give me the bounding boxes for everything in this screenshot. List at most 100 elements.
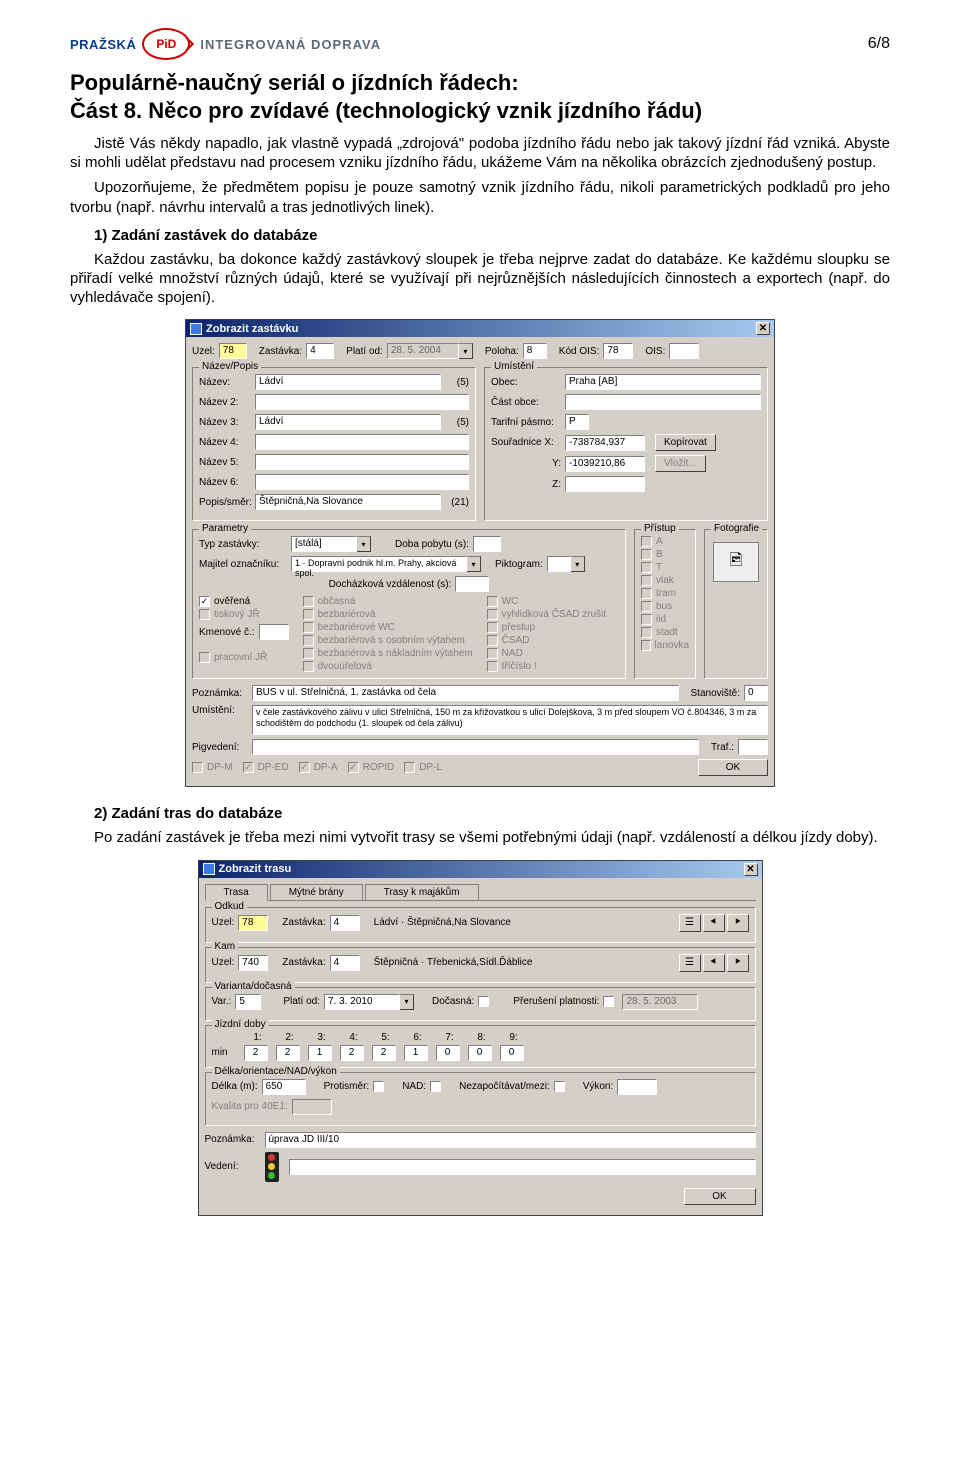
cb-tiskovy[interactable]: tiskový JŘ bbox=[199, 609, 289, 620]
popis-input[interactable]: Štěpničná,Na Slovance bbox=[255, 494, 441, 510]
majitel-combo[interactable]: 1 · Dopravní podnik hl.m. Prahy, akciová… bbox=[291, 556, 481, 572]
poznamka-input[interactable]: BUS v ul. Střelničná, 1. zastávka od čel… bbox=[252, 685, 679, 701]
uzel-input[interactable]: 78 bbox=[219, 343, 247, 359]
jd-cell[interactable]: 1 bbox=[404, 1045, 428, 1061]
doba-input[interactable] bbox=[473, 536, 501, 552]
nezap-checkbox[interactable] bbox=[554, 1081, 565, 1092]
cb-dp-l[interactable]: DP-L bbox=[404, 762, 442, 773]
pasmo-input[interactable]: P bbox=[565, 414, 589, 430]
cb-item[interactable]: NAD bbox=[487, 648, 606, 659]
poznamka-input2[interactable]: úprava JD III/10 bbox=[265, 1132, 756, 1148]
traf-input[interactable] bbox=[738, 739, 768, 755]
chevron-down-icon[interactable]: ▾ bbox=[467, 556, 481, 572]
cb-dp-m[interactable]: DP-M bbox=[192, 762, 233, 773]
nazev3-input[interactable]: Ládví bbox=[255, 414, 441, 430]
kodois-input[interactable]: 78 bbox=[603, 343, 633, 359]
cb-item[interactable]: B bbox=[641, 549, 689, 560]
vykon-input[interactable] bbox=[617, 1079, 657, 1095]
chevron-down-icon[interactable]: ▾ bbox=[459, 343, 473, 359]
preruseni-date[interactable]: 28. 5. 2003 bbox=[622, 994, 698, 1010]
var-input[interactable]: 5 bbox=[235, 994, 261, 1010]
piktogram-combo[interactable]: ▾ bbox=[547, 556, 585, 572]
tab-mytne[interactable]: Mýtné brány bbox=[270, 884, 363, 900]
cb-item[interactable]: tram bbox=[641, 588, 689, 599]
jd-cell[interactable]: 1 bbox=[308, 1045, 332, 1061]
list-icon[interactable]: ☰ bbox=[679, 914, 701, 932]
nav-right-icon[interactable]: ⯈ bbox=[727, 914, 749, 932]
obec-input[interactable]: Praha [AB] bbox=[565, 374, 761, 390]
cb-item[interactable]: bus bbox=[641, 601, 689, 612]
dochaz-input[interactable] bbox=[455, 576, 489, 592]
chevron-down-icon[interactable]: ▾ bbox=[357, 536, 371, 552]
nazev2-input[interactable] bbox=[255, 394, 469, 410]
list-icon[interactable]: ☰ bbox=[679, 954, 701, 972]
platiod-combo2[interactable]: 7. 3. 2010▾ bbox=[324, 994, 414, 1010]
cb-item[interactable]: stadt bbox=[641, 627, 689, 638]
castobce-input[interactable] bbox=[565, 394, 761, 410]
nazev4-input[interactable] bbox=[255, 434, 469, 450]
titlebar[interactable]: Zobrazit trasu ✕ bbox=[199, 861, 762, 878]
preruseni-checkbox[interactable] bbox=[603, 996, 614, 1007]
ois-input[interactable] bbox=[669, 343, 699, 359]
jd-cell[interactable]: 2 bbox=[276, 1045, 300, 1061]
cb-item[interactable]: bezbariérová s nákladním výtahem bbox=[303, 648, 473, 659]
cb-ropid[interactable]: ✓ROPID bbox=[348, 762, 395, 773]
kam-uzel-input[interactable]: 740 bbox=[238, 955, 268, 971]
platiod-combo[interactable]: 28. 5. 2004 ▾ bbox=[387, 343, 473, 359]
cb-item[interactable]: WC bbox=[487, 596, 606, 607]
cb-item[interactable]: vlak bbox=[641, 575, 689, 586]
kam-zast-input[interactable]: 4 bbox=[330, 955, 360, 971]
titlebar[interactable]: Zobrazit zastávku ✕ bbox=[186, 320, 774, 337]
cb-pracovni[interactable]: pracovní JŘ bbox=[199, 652, 289, 663]
cb-item[interactable]: T bbox=[641, 562, 689, 573]
close-icon[interactable]: ✕ bbox=[756, 322, 770, 335]
cb-overena[interactable]: ✓ověřená bbox=[199, 596, 289, 607]
odkud-zast-input[interactable]: 4 bbox=[330, 915, 360, 931]
umisteni-textarea[interactable]: v čele zastávkového zálivu v ulici Střel… bbox=[252, 705, 768, 735]
cb-item[interactable]: dvouúřelová bbox=[303, 661, 473, 672]
kvalita-input[interactable] bbox=[292, 1099, 332, 1115]
nav-left-icon[interactable]: ⯇ bbox=[703, 954, 725, 972]
cb-item[interactable]: přestup bbox=[487, 622, 606, 633]
pigvedeni-input[interactable] bbox=[252, 739, 699, 755]
tab-majaky[interactable]: Trasy k majákům bbox=[365, 884, 479, 900]
jd-cell[interactable]: 0 bbox=[468, 1045, 492, 1061]
sourz-input[interactable] bbox=[565, 476, 645, 492]
nazev-input[interactable]: Ládví bbox=[255, 374, 441, 390]
jd-cell[interactable]: 0 bbox=[436, 1045, 460, 1061]
protismer-checkbox[interactable] bbox=[373, 1081, 384, 1092]
nad-checkbox[interactable] bbox=[430, 1081, 441, 1092]
sourx-input[interactable]: -738784,937 bbox=[565, 435, 645, 451]
ok-button[interactable]: OK bbox=[684, 1188, 756, 1205]
cb-item[interactable]: iid bbox=[641, 614, 689, 625]
ok-button[interactable]: OK bbox=[698, 759, 768, 776]
cb-item[interactable]: bezbariérová s osobním výtahem bbox=[303, 635, 473, 646]
jd-cell[interactable]: 2 bbox=[340, 1045, 364, 1061]
close-icon[interactable]: ✕ bbox=[744, 863, 758, 876]
cb-item[interactable]: ČSAD bbox=[487, 635, 606, 646]
photo-icon[interactable]: 🖻 bbox=[713, 542, 759, 582]
jd-cell[interactable]: 2 bbox=[372, 1045, 396, 1061]
cb-item[interactable]: vyhlídková ČSAD zrušit bbox=[487, 609, 606, 620]
nav-right-icon[interactable]: ⯈ bbox=[727, 954, 749, 972]
nazev5-input[interactable] bbox=[255, 454, 469, 470]
cb-dp-a[interactable]: ✓DP-A bbox=[299, 762, 338, 773]
vlozit-button[interactable]: Vložit... bbox=[655, 455, 706, 472]
tab-trasa[interactable]: Trasa bbox=[205, 884, 268, 901]
typ-combo[interactable]: [stálá]▾ bbox=[291, 536, 371, 552]
odkud-uzel-input[interactable]: 78 bbox=[238, 915, 268, 931]
kmen-input[interactable] bbox=[259, 624, 289, 640]
jd-cell[interactable]: 0 bbox=[500, 1045, 524, 1061]
kopirovat-button[interactable]: Kopírovat bbox=[655, 434, 716, 451]
poloha-input[interactable]: 8 bbox=[523, 343, 547, 359]
chevron-down-icon[interactable]: ▾ bbox=[571, 556, 585, 572]
vedeni-input[interactable] bbox=[289, 1159, 756, 1175]
jd-cell[interactable]: 2 bbox=[244, 1045, 268, 1061]
soury-input[interactable]: -1039210,86 bbox=[565, 456, 645, 472]
cb-dp-ed[interactable]: ✓DP-ED bbox=[243, 762, 289, 773]
cb-item[interactable]: bezbariérové WC bbox=[303, 622, 473, 633]
chevron-down-icon[interactable]: ▾ bbox=[400, 994, 414, 1010]
cb-item[interactable]: tříčíslo ! bbox=[487, 661, 606, 672]
nav-left-icon[interactable]: ⯇ bbox=[703, 914, 725, 932]
delka-input[interactable]: 650 bbox=[262, 1079, 306, 1095]
